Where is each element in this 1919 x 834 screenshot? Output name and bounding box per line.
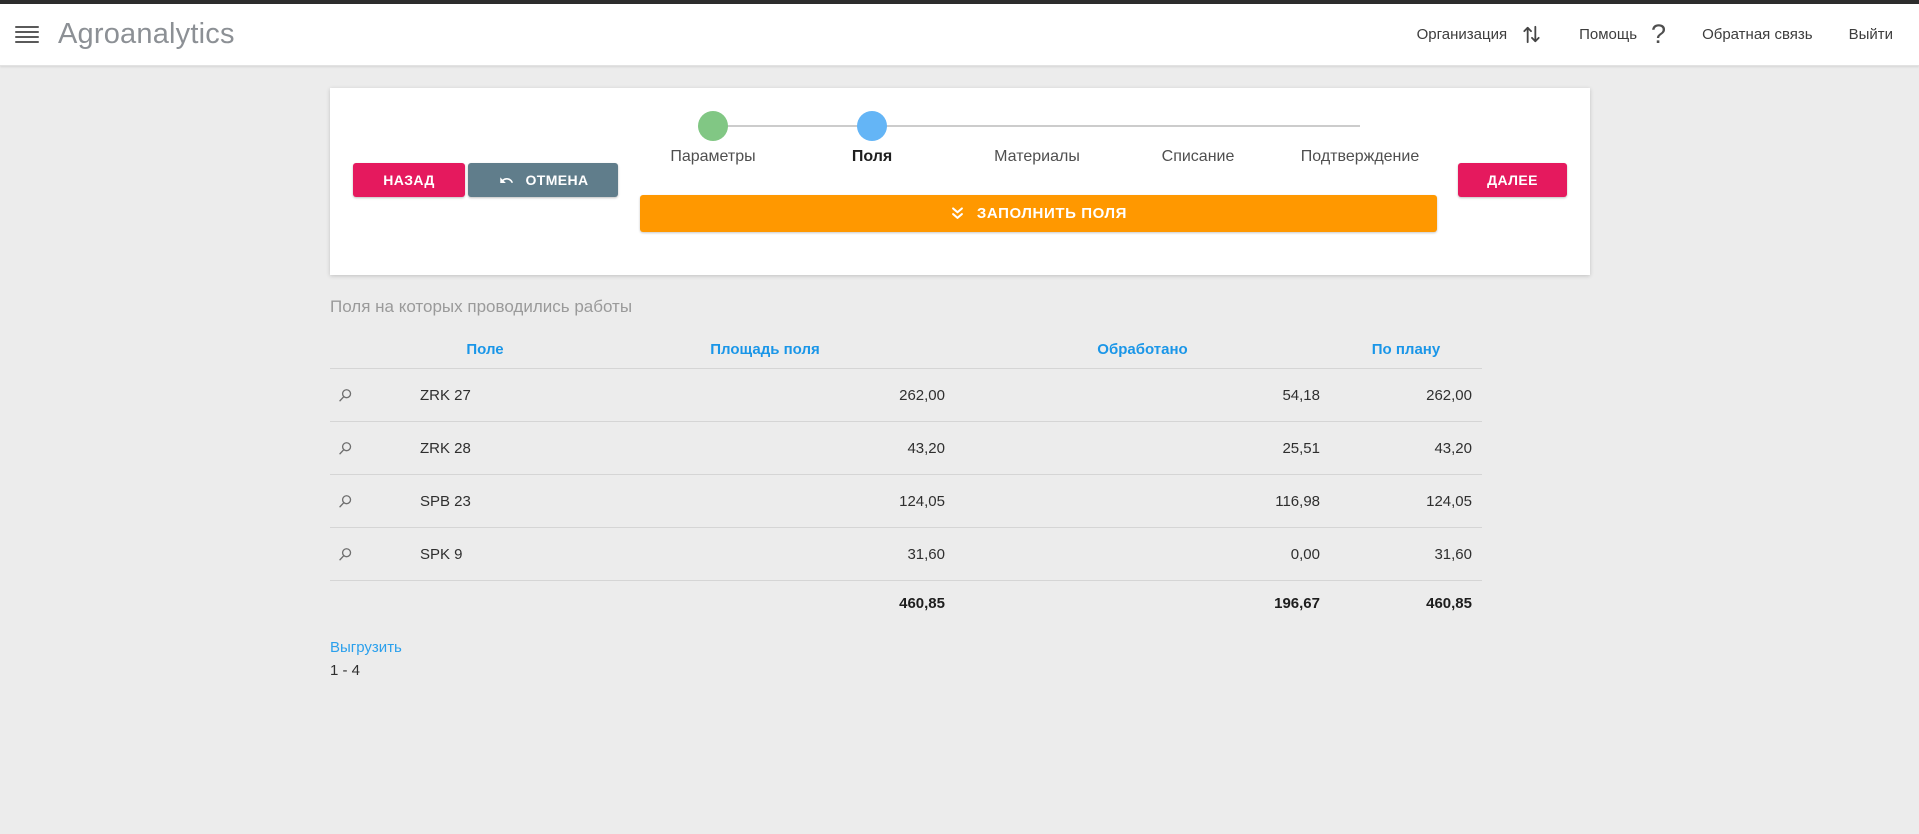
nav-logout[interactable]: Выйти — [1849, 26, 1893, 43]
stepper-line — [713, 125, 1360, 127]
column-header-processed[interactable]: Обработано — [955, 341, 1330, 358]
processed-area: 116,98 — [955, 493, 1330, 510]
next-button[interactable]: ДАЛЕЕ — [1458, 163, 1567, 197]
row-search-button[interactable] — [330, 493, 395, 510]
top-bar: Agroanalytics Организация Помощь ? Обрат… — [0, 4, 1919, 66]
field-area: 43,20 — [575, 440, 955, 457]
magnifier-icon — [337, 546, 354, 563]
pagination-range: 1 - 4 — [330, 662, 1482, 679]
step-dot-fields[interactable] — [857, 111, 887, 141]
planned-area: 124,05 — [1330, 493, 1482, 510]
table-row: ZRK 27 262,00 54,18 262,00 — [330, 369, 1482, 422]
question-mark-icon: ? — [1651, 21, 1666, 48]
totals-row: 460,85 196,67 460,85 — [330, 581, 1482, 625]
magnifier-icon — [337, 440, 354, 457]
swap-arrows-icon — [1520, 23, 1543, 46]
processed-area: 54,18 — [955, 387, 1330, 404]
planned-area: 262,00 — [1330, 387, 1482, 404]
wizard-card: Параметры Поля Материалы Списание Подтве… — [330, 88, 1590, 275]
menu-icon[interactable] — [15, 26, 39, 43]
table-caption: Поля на которых проводились работы — [330, 297, 1482, 317]
planned-area: 31,60 — [1330, 546, 1482, 563]
magnifier-icon — [337, 493, 354, 510]
table-row: SPK 9 31,60 0,00 31,60 — [330, 528, 1482, 581]
top-navigation: Организация Помощь ? Обратная связь Выйт… — [1417, 21, 1893, 48]
table-header-row: Поле Площадь поля Обработано По плану — [330, 330, 1482, 369]
step-label-writeoff[interactable]: Списание — [1162, 148, 1235, 166]
step-label-fields[interactable]: Поля — [852, 148, 892, 166]
column-header-planned[interactable]: По плану — [1330, 341, 1482, 358]
processed-area: 0,00 — [955, 546, 1330, 563]
field-name: ZRK 28 — [395, 440, 575, 457]
planned-area: 43,20 — [1330, 440, 1482, 457]
step-label-confirmation[interactable]: Подтверждение — [1301, 148, 1419, 166]
field-area: 262,00 — [575, 387, 955, 404]
field-name: ZRK 27 — [395, 387, 575, 404]
nav-help[interactable]: Помощь ? — [1579, 21, 1666, 48]
processed-area: 25,51 — [955, 440, 1330, 457]
field-area: 124,05 — [575, 493, 955, 510]
row-search-button[interactable] — [330, 546, 395, 563]
row-search-button[interactable] — [330, 387, 395, 404]
fill-fields-button[interactable]: ЗАПОЛНИТЬ ПОЛЯ — [640, 195, 1437, 232]
double-chevron-down-icon — [950, 206, 965, 221]
step-dot-parameters[interactable] — [698, 111, 728, 141]
field-name: SPB 23 — [395, 493, 575, 510]
fields-table-section: Поля на которых проводились работы Поле … — [330, 297, 1482, 679]
back-button[interactable]: НАЗАД — [353, 163, 465, 197]
cancel-button[interactable]: ОТМЕНА — [468, 163, 618, 197]
column-header-area[interactable]: Площадь поля — [575, 341, 955, 358]
field-area: 31,60 — [575, 546, 955, 563]
table-row: SPB 23 124,05 116,98 124,05 — [330, 475, 1482, 528]
app-title: Agroanalytics — [58, 18, 235, 51]
total-area: 460,85 — [575, 595, 955, 612]
nav-feedback[interactable]: Обратная связь — [1702, 26, 1813, 43]
export-link[interactable]: Выгрузить — [330, 639, 402, 656]
magnifier-icon — [337, 387, 354, 404]
column-header-field[interactable]: Поле — [395, 341, 575, 358]
table-row: ZRK 28 43,20 25,51 43,20 — [330, 422, 1482, 475]
row-search-button[interactable] — [330, 440, 395, 457]
undo-icon — [497, 173, 516, 188]
total-processed: 196,67 — [955, 595, 1330, 612]
step-label-parameters[interactable]: Параметры — [670, 148, 755, 166]
total-planned: 460,85 — [1330, 595, 1482, 612]
step-label-materials[interactable]: Материалы — [994, 148, 1080, 166]
field-name: SPK 9 — [395, 546, 575, 563]
nav-organization[interactable]: Организация — [1417, 23, 1543, 46]
